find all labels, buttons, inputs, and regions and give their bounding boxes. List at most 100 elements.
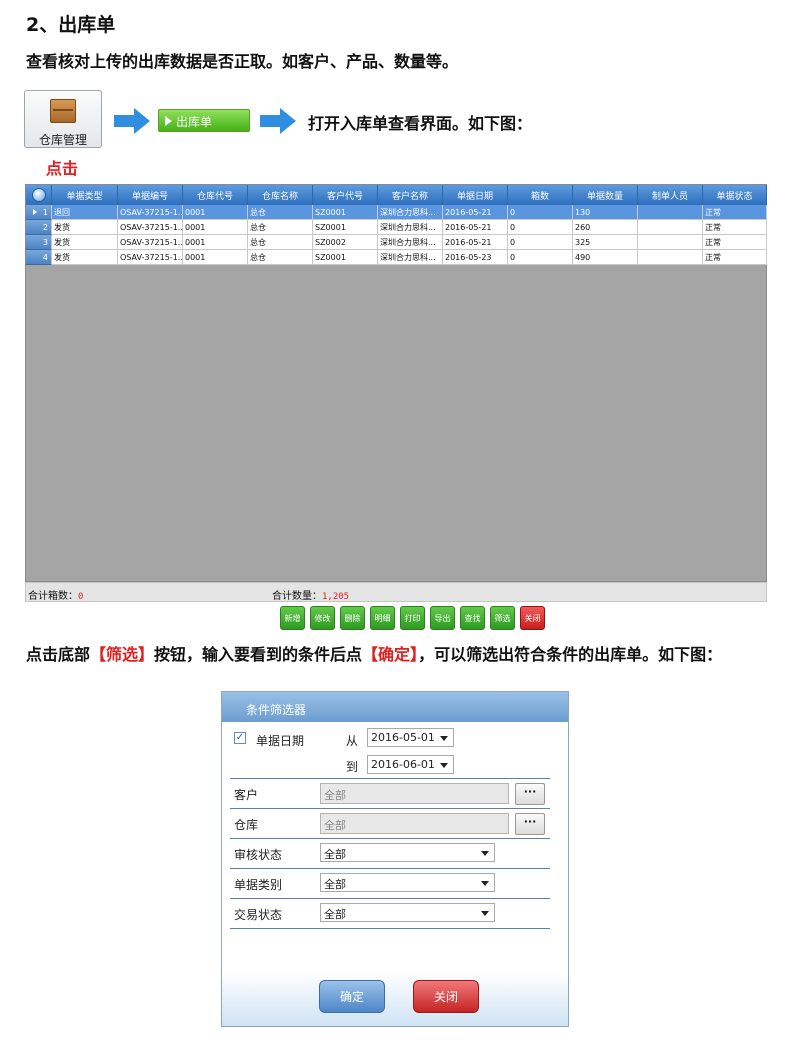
table-cell[interactable]: 正常 bbox=[703, 250, 767, 265]
play-arrow-icon bbox=[165, 116, 172, 126]
filter-dialog: 条件筛选器 ✓ 单据日期 从 2016-05-01 到 2016-06-01 客… bbox=[221, 691, 569, 1027]
table-row[interactable]: 4 发货 OSAV-37215-1... 0001 总仓 SZ0001 深圳合力… bbox=[26, 250, 767, 265]
table-cell[interactable]: OSAV-37215-1... bbox=[118, 205, 183, 220]
table-cell[interactable]: 0 bbox=[508, 250, 573, 265]
column-header[interactable]: 仓库名称 bbox=[248, 185, 313, 205]
arrow-right-icon bbox=[260, 108, 298, 134]
column-header[interactable]: 单据日期 bbox=[443, 185, 508, 205]
table-cell[interactable]: 总仓 bbox=[248, 205, 313, 220]
dialog-close-button[interactable]: 关闭 bbox=[413, 980, 479, 1013]
warehouse-browse-button[interactable]: ··· bbox=[515, 813, 545, 835]
table-cell[interactable] bbox=[638, 250, 703, 265]
table-cell[interactable]: SZ0001 bbox=[313, 250, 378, 265]
table-cell[interactable]: 总仓 bbox=[248, 220, 313, 235]
table-cell[interactable]: 2016-05-21 bbox=[443, 220, 508, 235]
table-row[interactable]: 2 发货 OSAV-37215-1... 0001 总仓 SZ0001 深圳合力… bbox=[26, 220, 767, 235]
from-date-picker[interactable]: 2016-05-01 bbox=[367, 728, 454, 747]
table-cell[interactable]: 发货 bbox=[52, 220, 118, 235]
table-cell[interactable]: 2016-05-21 bbox=[443, 205, 508, 220]
table-cell[interactable]: 深圳合力思科... bbox=[378, 235, 443, 250]
table-cell[interactable]: 正常 bbox=[703, 220, 767, 235]
column-header[interactable]: 客户名称 bbox=[378, 185, 443, 205]
outbound-order-label: 出库单 bbox=[176, 115, 213, 129]
date-checkbox[interactable]: ✓ bbox=[234, 732, 246, 744]
to-label: 到 bbox=[346, 760, 359, 774]
warehouse-management-label: 仓库管理 bbox=[38, 133, 87, 147]
table-cell[interactable]: 退回 bbox=[52, 205, 118, 220]
total-boxes-value: 0 bbox=[78, 592, 84, 602]
grid-settings-icon[interactable] bbox=[31, 188, 46, 202]
table-cell[interactable] bbox=[638, 205, 703, 220]
delete-button[interactable]: 删除 bbox=[340, 606, 365, 630]
table-row[interactable]: 3 发货 OSAV-37215-1... 0001 总仓 SZ0002 深圳合力… bbox=[26, 235, 767, 250]
table-cell[interactable]: 0001 bbox=[183, 205, 248, 220]
table-cell[interactable]: 正常 bbox=[703, 205, 767, 220]
column-header[interactable]: 单据类型 bbox=[52, 185, 118, 205]
intro-text: 查看核对上传的出库数据是否正取。如客户、产品、数量等。 bbox=[26, 52, 459, 71]
table-row[interactable]: 1 退回 OSAV-37215-1... 0001 总仓 SZ0001 深圳合力… bbox=[26, 205, 767, 220]
filter-button[interactable]: 筛选 bbox=[490, 606, 515, 630]
table-cell[interactable]: 0001 bbox=[183, 235, 248, 250]
table-cell[interactable]: 0 bbox=[508, 235, 573, 250]
find-button[interactable]: 查找 bbox=[460, 606, 485, 630]
table-cell[interactable]: 0001 bbox=[183, 220, 248, 235]
table-cell[interactable]: 深圳合力思科... bbox=[378, 220, 443, 235]
doc-type-label: 单据类别 bbox=[234, 878, 283, 892]
table-cell[interactable]: 490 bbox=[573, 250, 638, 265]
customer-browse-button[interactable]: ··· bbox=[515, 783, 545, 805]
add-button[interactable]: 新增 bbox=[280, 606, 305, 630]
table-cell[interactable]: 总仓 bbox=[248, 235, 313, 250]
table-cell[interactable] bbox=[638, 220, 703, 235]
warehouse-management-button[interactable]: 仓库管理 bbox=[24, 90, 102, 148]
column-header[interactable]: 客户代号 bbox=[313, 185, 378, 205]
divider bbox=[230, 808, 550, 809]
audit-status-select[interactable]: 全部 bbox=[320, 843, 495, 862]
table-cell[interactable]: SZ0001 bbox=[313, 220, 378, 235]
export-button[interactable]: 导出 bbox=[430, 606, 455, 630]
table-cell[interactable]: 发货 bbox=[52, 235, 118, 250]
outbound-order-button[interactable]: 出库单 bbox=[158, 109, 250, 132]
close-button[interactable]: 关闭 bbox=[520, 606, 545, 630]
column-header[interactable]: 箱数 bbox=[508, 185, 573, 205]
table-cell[interactable]: OSAV-37215-1... bbox=[118, 235, 183, 250]
total-quantity-value: 1,205 bbox=[322, 592, 350, 602]
table-cell[interactable]: 0 bbox=[508, 205, 573, 220]
table-cell[interactable]: SZ0001 bbox=[313, 205, 378, 220]
table-cell[interactable]: 发货 bbox=[52, 250, 118, 265]
from-label: 从 bbox=[346, 734, 359, 748]
table-cell[interactable]: SZ0002 bbox=[313, 235, 378, 250]
column-header[interactable]: 单据状态 bbox=[703, 185, 767, 205]
table-cell[interactable]: 正常 bbox=[703, 235, 767, 250]
column-header[interactable]: 单据数量 bbox=[573, 185, 638, 205]
table-cell[interactable]: 深圳合力思科... bbox=[378, 205, 443, 220]
column-header[interactable]: 仓库代号 bbox=[183, 185, 248, 205]
table-cell[interactable]: OSAV-37215-1... bbox=[118, 220, 183, 235]
table-cell[interactable]: 0 bbox=[508, 220, 573, 235]
table-cell[interactable]: 260 bbox=[573, 220, 638, 235]
column-header[interactable]: 单据编号 bbox=[118, 185, 183, 205]
row-index: 4 bbox=[26, 250, 52, 265]
print-button[interactable]: 打印 bbox=[400, 606, 425, 630]
edit-button[interactable]: 修改 bbox=[310, 606, 335, 630]
confirm-button[interactable]: 确定 bbox=[319, 980, 385, 1013]
table-cell[interactable] bbox=[638, 235, 703, 250]
dropdown-arrow-icon bbox=[440, 736, 448, 741]
divider bbox=[230, 838, 550, 839]
column-header[interactable]: 制单人员 bbox=[638, 185, 703, 205]
trade-status-select[interactable]: 全部 bbox=[320, 903, 495, 922]
table-cell[interactable]: 130 bbox=[573, 205, 638, 220]
audit-status-value: 全部 bbox=[324, 848, 346, 861]
dropdown-arrow-icon bbox=[481, 881, 489, 886]
doc-type-select[interactable]: 全部 bbox=[320, 873, 495, 892]
to-date-picker[interactable]: 2016-06-01 bbox=[367, 755, 454, 774]
table-cell[interactable]: 325 bbox=[573, 235, 638, 250]
table-cell[interactable]: 总仓 bbox=[248, 250, 313, 265]
table-cell[interactable]: 2016-05-23 bbox=[443, 250, 508, 265]
dialog-title-bar: 条件筛选器 bbox=[222, 692, 568, 722]
divider bbox=[230, 898, 550, 899]
detail-button[interactable]: 明细 bbox=[370, 606, 395, 630]
table-cell[interactable]: 深圳合力思科... bbox=[378, 250, 443, 265]
table-cell[interactable]: 2016-05-21 bbox=[443, 235, 508, 250]
table-cell[interactable]: OSAV-37215-1... bbox=[118, 250, 183, 265]
table-cell[interactable]: 0001 bbox=[183, 250, 248, 265]
